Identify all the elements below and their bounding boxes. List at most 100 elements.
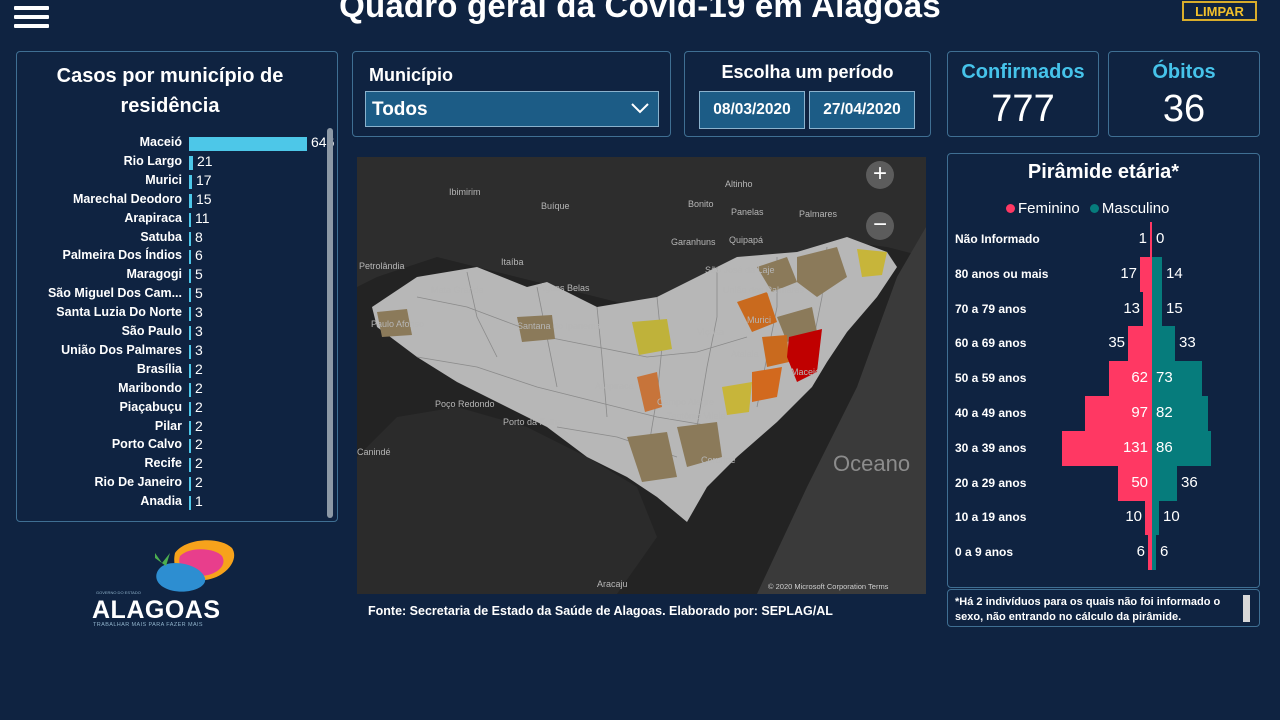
cases-value: 2 bbox=[195, 379, 203, 396]
municipality-row[interactable]: Marechal Deodoro 15 bbox=[17, 191, 337, 210]
cases-bar[interactable] bbox=[189, 326, 191, 340]
alagoas-logo: GOVERNO DO ESTADO ALAGOAS TRABALHAR MAIS… bbox=[90, 538, 240, 633]
municipality-row[interactable]: Recife 2 bbox=[17, 455, 337, 474]
cases-bar[interactable] bbox=[189, 307, 191, 322]
municipality-row[interactable]: Piaçabuçu 2 bbox=[17, 399, 337, 418]
female-bar[interactable] bbox=[1145, 500, 1152, 536]
male-bar[interactable] bbox=[1152, 256, 1162, 292]
municipality-row[interactable]: Palmeira Dos Índios 6 bbox=[17, 247, 337, 266]
municipality-row[interactable]: Rio De Janeiro 2 bbox=[17, 474, 337, 493]
female-bar[interactable] bbox=[1128, 326, 1152, 362]
cases-bar[interactable] bbox=[189, 231, 191, 246]
cases-bar[interactable] bbox=[189, 458, 191, 473]
municipality-row[interactable]: Maceió 646 bbox=[17, 134, 337, 153]
female-bar[interactable] bbox=[1140, 256, 1152, 292]
male-bar[interactable] bbox=[1152, 326, 1175, 362]
female-value: 97 bbox=[1131, 404, 1148, 421]
pyramid-row[interactable]: 80 anos ou mais 17 14 bbox=[948, 256, 1261, 292]
municipio-selected-value: Todos bbox=[372, 99, 428, 120]
municipality-row[interactable]: Anadia 1 bbox=[17, 493, 337, 512]
cases-bar[interactable] bbox=[189, 496, 191, 511]
municipality-name: Maragogi bbox=[126, 267, 182, 282]
municipality-row[interactable]: União Dos Palmares 3 bbox=[17, 342, 337, 361]
cases-bar[interactable] bbox=[189, 477, 191, 492]
male-value: 14 bbox=[1166, 264, 1183, 282]
male-legend-dot-icon bbox=[1089, 204, 1099, 213]
cases-bar[interactable] bbox=[189, 288, 191, 303]
municipality-row[interactable]: Rio Largo 21 bbox=[17, 152, 337, 172]
male-value: 10 bbox=[1163, 508, 1180, 526]
map-shapes bbox=[357, 157, 926, 594]
pyramid-row[interactable]: 50 a 59 anos 62 73 bbox=[948, 361, 1261, 397]
cases-bar[interactable] bbox=[189, 193, 192, 208]
male-bar[interactable] bbox=[1152, 535, 1156, 571]
cases-value: 2 bbox=[195, 474, 203, 491]
municipality-row[interactable]: São Paulo 3 bbox=[17, 323, 337, 342]
alagoas-map[interactable]: Ibimirim Altinho Buíque Bonito Panelas Palmar… bbox=[357, 157, 926, 594]
cases-value: 2 bbox=[195, 360, 203, 377]
start-date-input[interactable]: 08/03/2020 bbox=[699, 91, 805, 129]
footnote-scrollbar[interactable] bbox=[1243, 595, 1250, 622]
age-group-label: 60 a 69 anos bbox=[955, 336, 1027, 351]
cases-scrollbar[interactable] bbox=[327, 128, 333, 518]
pyramid-row[interactable]: 60 a 69 anos 35 33 bbox=[948, 326, 1261, 362]
cases-value: 2 bbox=[195, 417, 203, 434]
municipio-dropdown[interactable]: Todos bbox=[365, 91, 659, 127]
municipality-name: Santa Luzia Do Norte bbox=[56, 305, 182, 320]
municipality-row[interactable]: Arapiraca 11 bbox=[17, 210, 337, 229]
pyramid-row[interactable]: 70 a 79 anos 13 15 bbox=[948, 291, 1261, 327]
male-bar[interactable] bbox=[1152, 291, 1162, 327]
cases-bar[interactable] bbox=[189, 420, 191, 435]
pyramid-legend: Feminino Masculino bbox=[1006, 200, 1169, 217]
municipality-name: Pilar bbox=[154, 418, 182, 433]
municipality-name: São Paulo bbox=[121, 324, 182, 338]
male-bar[interactable] bbox=[1152, 500, 1159, 536]
female-bar[interactable] bbox=[1143, 291, 1152, 327]
municipality-row[interactable]: Satuba 8 bbox=[17, 229, 337, 248]
municipality-name: Arapiraca bbox=[124, 210, 182, 225]
cases-bar[interactable] bbox=[189, 382, 191, 397]
cases-bar[interactable] bbox=[189, 344, 191, 359]
zoom-in-button[interactable]: + bbox=[866, 161, 894, 189]
male-bar[interactable] bbox=[1152, 465, 1177, 501]
chevron-down-icon bbox=[631, 103, 649, 114]
pyramid-row[interactable]: 20 a 29 anos 50 36 bbox=[948, 465, 1261, 501]
municipality-row[interactable]: Murici 17 bbox=[17, 172, 337, 191]
clear-filters-button[interactable]: LIMPAR bbox=[1182, 1, 1257, 21]
municipality-name: Satuba bbox=[140, 229, 182, 244]
cases-bar[interactable] bbox=[189, 401, 191, 416]
municipality-row[interactable]: Santa Luzia Do Norte 3 bbox=[17, 304, 337, 323]
municipality-row[interactable]: Porto Calvo 2 bbox=[17, 436, 337, 455]
pyramid-row[interactable]: 30 a 39 anos 131 86 bbox=[948, 430, 1261, 466]
legend-female-label: Feminino bbox=[1018, 200, 1080, 217]
cases-bar[interactable] bbox=[189, 363, 191, 378]
municipality-row[interactable]: Maribondo 2 bbox=[17, 379, 337, 399]
pyramid-row[interactable]: 10 a 19 anos 10 10 bbox=[948, 500, 1261, 536]
age-group-label: 70 a 79 anos bbox=[955, 301, 1027, 316]
municipality-row[interactable]: Brasília 2 bbox=[17, 360, 337, 380]
cases-bar[interactable] bbox=[189, 212, 191, 227]
municipality-name: Maribondo bbox=[118, 380, 182, 395]
map-credit[interactable]: © 2020 Microsoft Corporation Terms bbox=[768, 582, 888, 591]
zoom-out-button[interactable]: − bbox=[866, 212, 894, 240]
pyramid-row[interactable]: Não Informado 1 0 bbox=[948, 222, 1261, 257]
municipality-row[interactable]: São Miguel Dos Cam... 5 bbox=[17, 285, 337, 304]
end-date-input[interactable]: 27/04/2020 bbox=[809, 91, 915, 129]
cases-value: 21 bbox=[197, 152, 213, 169]
map-place-label: União dos Palmares bbox=[723, 285, 805, 295]
pyramid-row[interactable]: 40 a 49 anos 97 82 bbox=[948, 396, 1261, 431]
cases-bar[interactable] bbox=[189, 174, 192, 189]
female-bar[interactable] bbox=[1150, 222, 1152, 257]
cases-bar[interactable] bbox=[189, 155, 193, 170]
cases-bar[interactable] bbox=[189, 269, 191, 284]
cases-bar[interactable] bbox=[189, 250, 191, 265]
municipality-row[interactable]: Maragogi 5 bbox=[17, 266, 337, 285]
cases-value: 1 bbox=[195, 493, 203, 510]
female-value: 1 bbox=[1138, 230, 1147, 247]
age-group-label: 80 anos ou mais bbox=[955, 266, 1049, 281]
cases-bar[interactable] bbox=[189, 137, 307, 151]
age-group-label: 0 a 9 anos bbox=[955, 545, 1014, 560]
pyramid-row[interactable]: 0 a 9 anos 6 6 bbox=[948, 535, 1261, 571]
municipality-row[interactable]: Pilar 2 bbox=[17, 417, 337, 437]
cases-bar[interactable] bbox=[189, 439, 191, 454]
